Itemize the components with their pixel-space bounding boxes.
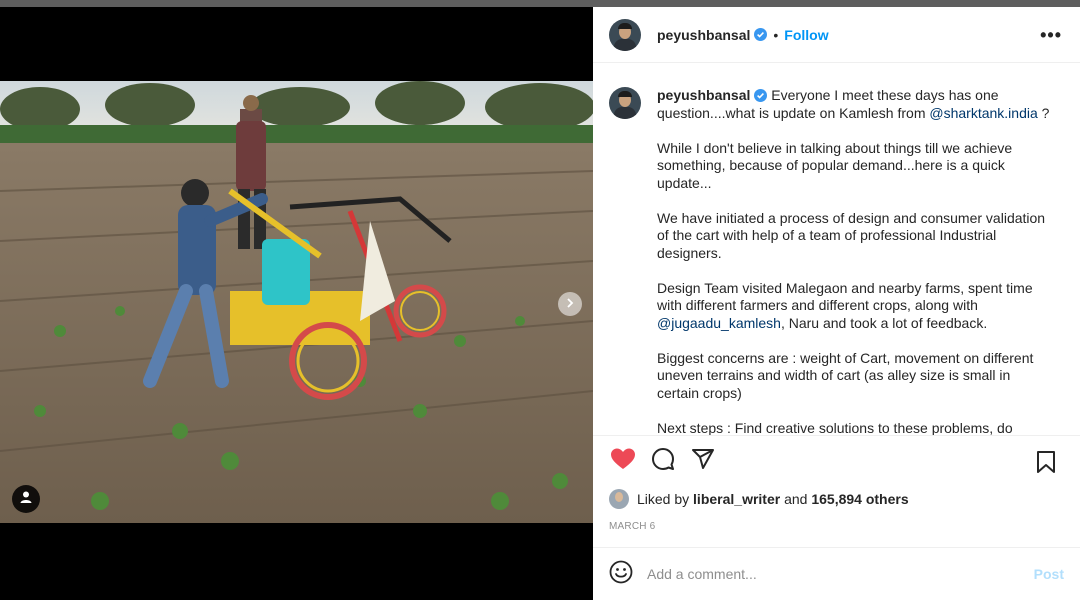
- caption-paragraph: Biggest concerns are : weight of Cart, m…: [657, 349, 1034, 401]
- liked-by-user-link[interactable]: liberal_writer: [693, 491, 780, 507]
- comment-input[interactable]: [647, 566, 1017, 582]
- post-media: [0, 7, 593, 600]
- post-header: peyushbansal • Follow •••: [593, 7, 1080, 63]
- likes-summary: Liked by liberal_writer and 165,894 othe…: [609, 489, 909, 509]
- avatar[interactable]: [609, 18, 641, 51]
- user-tag-icon: [19, 490, 33, 509]
- emoji-icon[interactable]: [609, 560, 633, 589]
- verified-badge-icon: [754, 28, 768, 41]
- chevron-right-icon: [565, 295, 575, 313]
- next-photo-button[interactable]: [558, 292, 582, 316]
- tagged-users-button[interactable]: [12, 485, 40, 513]
- more-options-button[interactable]: •••: [1040, 25, 1062, 46]
- share-button[interactable]: [683, 442, 723, 482]
- comment-icon: [651, 447, 675, 476]
- verified-badge-icon: [754, 89, 768, 102]
- likes-count-link[interactable]: 165,894 others: [811, 491, 908, 507]
- caption-paragraph: peyushbansal Everyone I meet these days …: [657, 87, 1050, 121]
- avatar[interactable]: [609, 489, 629, 509]
- like-button[interactable]: [603, 442, 643, 482]
- mention-link[interactable]: @jugaadu_kamlesh: [657, 315, 781, 331]
- post-date[interactable]: MARCH 6: [609, 521, 655, 532]
- post-photo[interactable]: [0, 81, 593, 523]
- follow-button[interactable]: Follow: [784, 27, 828, 43]
- caption-area: peyushbansal Everyone I meet these days …: [593, 63, 1080, 435]
- post-comment-button[interactable]: Post: [1034, 566, 1064, 582]
- post-caption: peyushbansal Everyone I meet these days …: [657, 87, 1050, 435]
- caption-paragraph: Design Team visited Malegaon and nearby …: [657, 279, 1033, 331]
- action-bar: [593, 435, 1080, 487]
- caption-paragraph: Next steps : Find creative solutions to …: [657, 419, 1013, 436]
- bookmark-icon: [1036, 450, 1056, 478]
- avatar[interactable]: [609, 87, 641, 119]
- username-link[interactable]: peyushbansal: [657, 27, 750, 43]
- save-button[interactable]: [1026, 444, 1066, 484]
- heart-icon: [610, 447, 636, 476]
- post-side-panel: peyushbansal • Follow ••• peyushbansal E…: [593, 7, 1080, 600]
- share-icon: [691, 447, 715, 476]
- caption-username[interactable]: peyushbansal: [657, 87, 750, 103]
- comment-bar: Post: [593, 547, 1080, 600]
- separator-dot: •: [773, 26, 779, 43]
- caption-paragraph: While I don't believe in talking about t…: [657, 139, 1013, 191]
- post-modal: peyushbansal • Follow ••• peyushbansal E…: [0, 7, 1080, 600]
- comment-button[interactable]: [643, 442, 683, 482]
- caption-paragraph: We have initiated a process of design an…: [657, 209, 1046, 261]
- mention-link[interactable]: @sharktank.india: [929, 105, 1037, 121]
